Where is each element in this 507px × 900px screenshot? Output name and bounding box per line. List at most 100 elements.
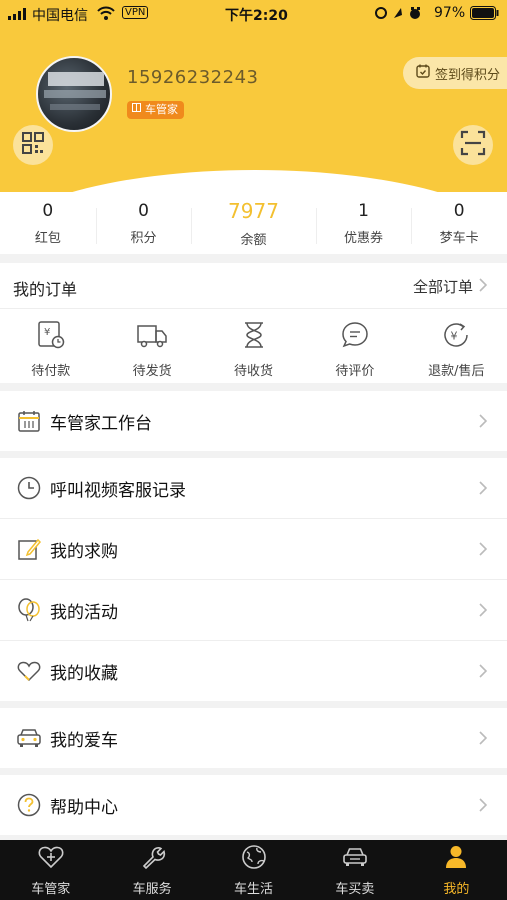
bottom-tab-bar: 车管家 车服务 车生活 车买卖 我的 bbox=[0, 840, 507, 900]
menu-group-help: 帮助中心 bbox=[0, 775, 507, 835]
user-icon bbox=[442, 844, 470, 874]
order-status-row: ¥ 待付款 待发货 待收货 待评价 ¥ 退款/售后 bbox=[0, 320, 507, 379]
qr-code-button[interactable] bbox=[13, 125, 53, 165]
order-item-label: 退款/售后 bbox=[428, 364, 485, 379]
question-icon bbox=[14, 790, 44, 820]
tab-label: 车买卖 bbox=[335, 881, 375, 897]
tab-label: 车管家 bbox=[31, 881, 71, 897]
stat-dream-car-card[interactable]: 0 梦车卡 bbox=[411, 192, 507, 254]
menu-help-center[interactable]: 帮助中心 bbox=[0, 775, 507, 835]
tab-label: 车生活 bbox=[234, 881, 274, 897]
chevron-right-icon bbox=[479, 730, 488, 749]
tab-car-service[interactable]: 车服务 bbox=[101, 840, 202, 900]
scan-icon bbox=[460, 130, 486, 160]
svg-text:¥: ¥ bbox=[451, 330, 458, 343]
menu-label: 我的活动 bbox=[50, 602, 118, 623]
chevron-right-icon bbox=[479, 480, 488, 499]
menu-my-car[interactable]: 我的爱车 bbox=[0, 708, 507, 768]
battery-icon bbox=[470, 6, 500, 24]
signin-button[interactable]: 签到得积分 bbox=[403, 57, 507, 89]
menu-label: 我的爱车 bbox=[50, 730, 118, 751]
menu-workbench[interactable]: 车管家工作台 bbox=[0, 391, 507, 451]
avatar[interactable] bbox=[36, 56, 112, 132]
account-stats: 0 红包 0 积分 7977 余额 1 优惠券 0 梦车卡 bbox=[0, 192, 507, 254]
scan-button[interactable] bbox=[453, 125, 493, 165]
order-item-label: 待评价 bbox=[335, 364, 375, 379]
stat-coupons[interactable]: 1 优惠券 bbox=[315, 192, 412, 254]
menu-video-service-records[interactable]: 呼叫视频客服记录 bbox=[0, 458, 507, 519]
stat-value: 0 bbox=[42, 200, 54, 221]
calendar-icon bbox=[415, 63, 431, 83]
battery-percent: 97% bbox=[434, 5, 466, 21]
role-badge-label: 车管家 bbox=[145, 103, 178, 116]
order-refund[interactable]: ¥ 退款/售后 bbox=[406, 320, 507, 379]
wrench-icon bbox=[138, 844, 166, 874]
orders-title: 我的订单 bbox=[13, 280, 78, 299]
order-pending-shipment[interactable]: 待发货 bbox=[101, 320, 202, 379]
stat-value: 7977 bbox=[228, 198, 279, 223]
tab-label: 车服务 bbox=[132, 881, 172, 897]
user-phone: 15926232243 bbox=[127, 67, 259, 88]
calendar-board-icon bbox=[14, 406, 44, 436]
car-front-icon bbox=[14, 723, 44, 753]
badge-building-icon bbox=[131, 101, 142, 119]
tab-car-trade[interactable]: 车买卖 bbox=[304, 840, 405, 900]
menu-my-requests[interactable]: 我的求购 bbox=[0, 519, 507, 580]
chevron-right-icon bbox=[479, 541, 488, 560]
role-badge: 车管家 bbox=[127, 101, 184, 119]
stat-value: 0 bbox=[453, 200, 465, 221]
stat-label: 余额 bbox=[240, 232, 267, 248]
menu-label: 我的求购 bbox=[50, 541, 118, 562]
refund-icon: ¥ bbox=[441, 320, 471, 354]
stat-label: 积分 bbox=[130, 230, 157, 246]
menu-label: 车管家工作台 bbox=[50, 413, 152, 434]
payment-pending-icon: ¥ bbox=[36, 320, 66, 354]
all-orders-link[interactable]: 全部订单 bbox=[412, 276, 488, 297]
order-pending-review[interactable]: 待评价 bbox=[304, 320, 405, 379]
comment-icon bbox=[340, 320, 370, 354]
wifi-icon bbox=[97, 6, 115, 24]
chevron-right-icon bbox=[479, 602, 488, 621]
vpn-badge: VPN bbox=[122, 6, 149, 19]
order-pending-payment[interactable]: ¥ 待付款 bbox=[0, 320, 101, 379]
hourglass-icon bbox=[239, 320, 269, 354]
chevron-right-icon bbox=[479, 277, 488, 296]
truck-icon bbox=[136, 320, 168, 354]
menu-label: 帮助中心 bbox=[50, 797, 118, 818]
tab-car-steward[interactable]: 车管家 bbox=[0, 840, 101, 900]
edit-icon bbox=[14, 534, 44, 564]
balloon-icon bbox=[14, 595, 44, 625]
heart-icon bbox=[14, 656, 44, 686]
chevron-right-icon bbox=[479, 797, 488, 816]
order-pending-receipt[interactable]: 待收货 bbox=[203, 320, 304, 379]
order-item-label: 待发货 bbox=[132, 364, 172, 379]
status-bar: 中国电信 VPN 下午2:20 97% bbox=[0, 0, 507, 28]
location-lock-icon bbox=[374, 6, 424, 24]
chevron-right-icon bbox=[479, 413, 488, 432]
carrier-label: 中国电信 bbox=[32, 8, 88, 24]
signal-icon bbox=[8, 8, 28, 24]
chevron-right-icon bbox=[479, 663, 488, 682]
stat-red-packet[interactable]: 0 红包 bbox=[0, 192, 96, 254]
tab-mine[interactable]: 我的 bbox=[406, 840, 507, 900]
order-item-label: 待付款 bbox=[31, 364, 71, 379]
orders-panel: 我的订单 全部订单 ¥ 待付款 待发货 待收货 待评价 ¥ 退款/售后 bbox=[0, 263, 507, 383]
menu-group-main: 呼叫视频客服记录 我的求购 我的活动 我的收藏 bbox=[0, 458, 507, 701]
tab-car-life[interactable]: 车生活 bbox=[203, 840, 304, 900]
tab-label: 我的 bbox=[443, 881, 470, 897]
menu-my-activities[interactable]: 我的活动 bbox=[0, 580, 507, 641]
clock-time: 下午2:20 bbox=[225, 8, 288, 24]
order-item-label: 待收货 bbox=[234, 364, 274, 379]
menu-my-favorites[interactable]: 我的收藏 bbox=[0, 641, 507, 701]
qr-code-icon bbox=[21, 131, 45, 159]
clock-icon bbox=[14, 473, 44, 503]
menu-group-car: 我的爱车 bbox=[0, 708, 507, 768]
heart-plus-icon bbox=[37, 844, 65, 874]
stat-value: 0 bbox=[138, 200, 149, 221]
stat-balance[interactable]: 7977 余额 bbox=[191, 192, 315, 254]
stat-value: 1 bbox=[358, 200, 369, 221]
stat-points[interactable]: 0 积分 bbox=[95, 192, 192, 254]
all-orders-label: 全部订单 bbox=[412, 278, 473, 296]
car-icon bbox=[341, 844, 369, 874]
stat-label: 优惠券 bbox=[343, 230, 383, 246]
